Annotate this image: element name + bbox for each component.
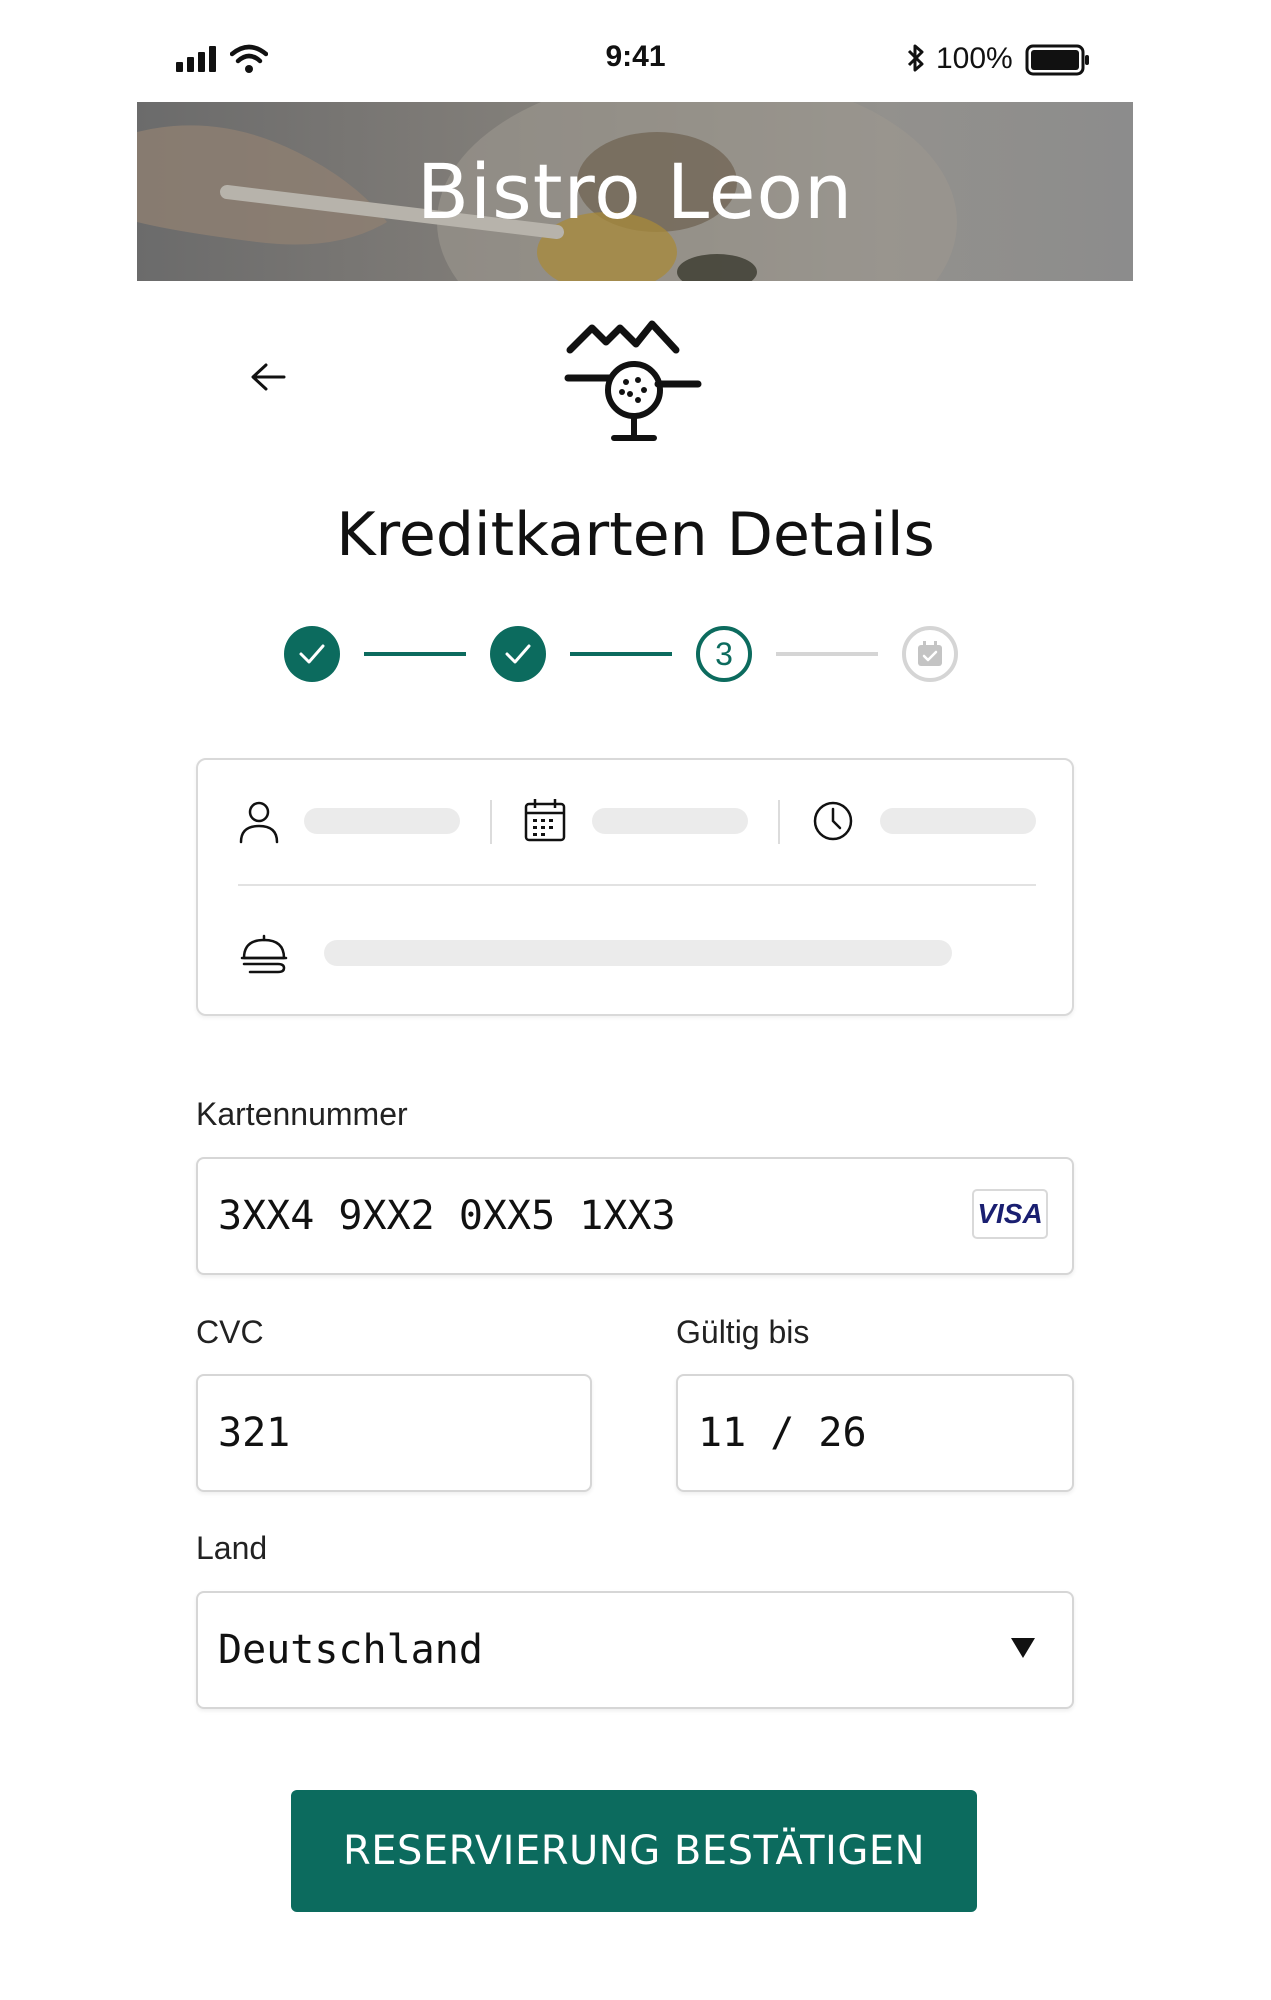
step-number: 3 <box>715 635 733 672</box>
calendar-icon <box>524 798 566 847</box>
card-number-value: 3XX4 9XX2 0XX5 1XX3 <box>218 1193 676 1239</box>
expiry-input[interactable]: 11 / 26 <box>676 1374 1074 1492</box>
date-placeholder <box>592 808 748 834</box>
expiry-value: 11 / 26 <box>698 1410 867 1456</box>
guests-placeholder <box>304 808 460 834</box>
divider <box>778 800 780 844</box>
cloche-icon <box>240 932 290 981</box>
clock-icon <box>812 800 854 847</box>
cvc-label: CVC <box>196 1314 264 1350</box>
reservation-summary-card <box>196 758 1074 1016</box>
step-3-current: 3 <box>696 626 752 682</box>
country-value: Deutschland <box>218 1627 483 1673</box>
battery-icon <box>1025 44 1091 81</box>
step-connector <box>776 652 878 656</box>
step-2-complete <box>490 626 546 682</box>
back-arrow-icon[interactable] <box>250 362 286 397</box>
card-number-input[interactable]: 3XX4 9XX2 0XX5 1XX3 VISA <box>196 1157 1074 1275</box>
step-connector <box>570 652 672 656</box>
expiry-label: Gültig bis <box>676 1314 810 1350</box>
dropdown-arrow-icon <box>1010 1637 1036 1664</box>
card-number-label: Kartennummer <box>196 1096 408 1132</box>
country-select[interactable]: Deutschland <box>196 1591 1074 1709</box>
restaurant-logo <box>564 314 704 449</box>
step-connector <box>364 652 466 656</box>
check-icon <box>299 644 325 664</box>
divider <box>490 800 492 844</box>
cvc-value: 321 <box>218 1410 291 1456</box>
cvc-input[interactable]: 321 <box>196 1374 592 1492</box>
person-icon <box>238 800 280 849</box>
calendar-check-icon <box>918 641 942 666</box>
restaurant-name: Bistro Leon <box>416 147 854 236</box>
country-label: Land <box>196 1530 268 1566</box>
page-title: Kreditkarten Details <box>336 500 935 570</box>
bluetooth-icon <box>905 42 927 79</box>
confirm-reservation-button[interactable]: RESERVIERUNG BESTÄTIGEN <box>291 1790 977 1912</box>
visa-card-icon: VISA <box>972 1189 1048 1239</box>
time-placeholder <box>880 808 1036 834</box>
progress-stepper: 3 <box>284 626 958 682</box>
step-4-pending <box>902 626 958 682</box>
check-icon <box>505 644 531 664</box>
card-divider <box>238 884 1036 886</box>
service-placeholder <box>324 940 952 966</box>
battery-percent: 100% <box>936 42 1013 75</box>
hero-banner: Bistro Leon <box>137 102 1133 281</box>
step-1-complete <box>284 626 340 682</box>
